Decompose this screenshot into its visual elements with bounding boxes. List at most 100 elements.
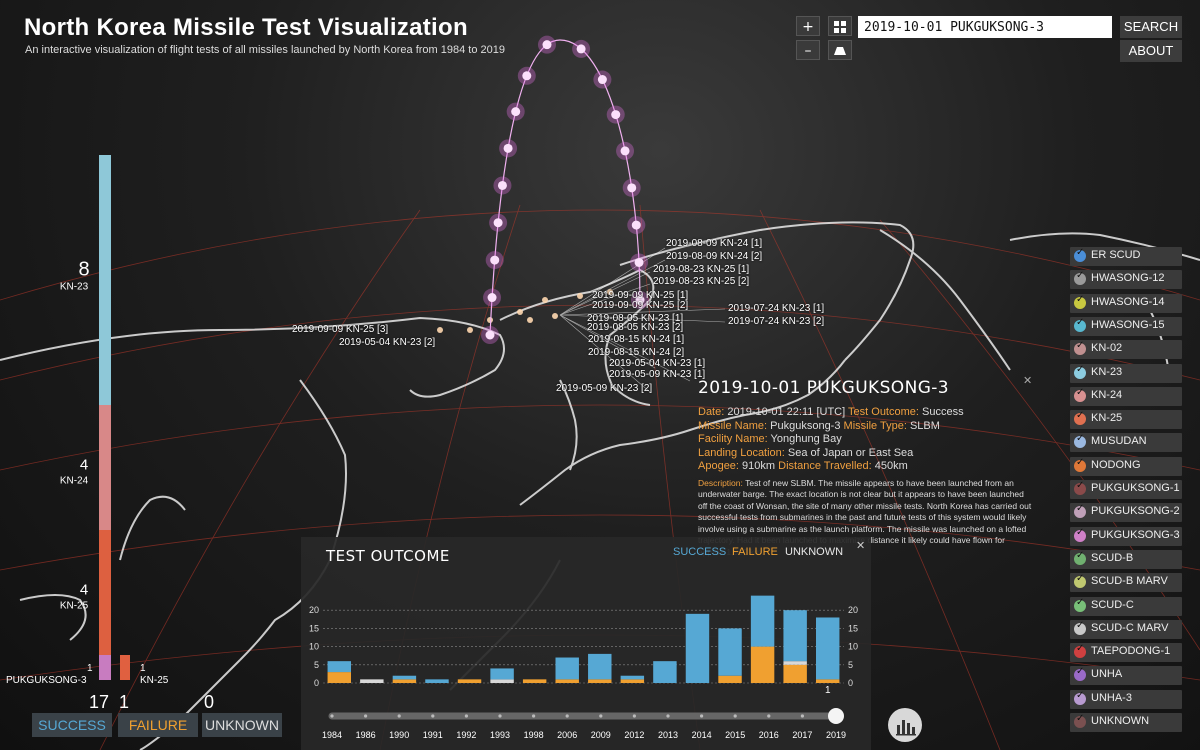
bar-failure	[588, 679, 612, 683]
missile-filter-item[interactable]: SCUD-C	[1070, 596, 1182, 616]
arc-label[interactable]: 2019-05-04 KN-23 [1]	[609, 358, 705, 369]
missile-filter-item[interactable]: TAEPODONG-1	[1070, 643, 1182, 663]
missile-filter-item[interactable]: HWASONG-14	[1070, 293, 1182, 313]
missile-filter-item[interactable]: UNHA-3	[1070, 689, 1182, 709]
arc-label[interactable]: 2019-09-09 KN-25 [3]	[292, 324, 388, 335]
arc-label[interactable]: 2019-07-24 KN-23 [2]	[728, 316, 824, 327]
missile-filter-item[interactable]: ER SCUD	[1070, 247, 1182, 266]
year-label: 2012	[624, 730, 644, 740]
checkbox-icon[interactable]	[1074, 690, 1086, 705]
checkbox-icon[interactable]	[1074, 713, 1086, 728]
missile-filter-item[interactable]: HWASONG-15	[1070, 316, 1182, 336]
missile-filter-item[interactable]: NODONG	[1070, 456, 1182, 476]
arc-label[interactable]: 2019-08-23 KN-25 [1]	[653, 264, 749, 275]
missile-filter-label: SCUD-B	[1091, 551, 1134, 564]
year-label: 2019	[826, 730, 846, 740]
missile-filter-label: HWASONG-15	[1091, 318, 1165, 331]
bar-unknown	[360, 679, 384, 683]
year-label: 1984	[322, 730, 342, 740]
unknown-filter-button[interactable]: UNKNOWN	[202, 713, 282, 737]
bar-success	[555, 657, 579, 680]
arc-label[interactable]: 2019-07-24 KN-23 [1]	[728, 303, 824, 314]
missile-filter-item[interactable]: SCUD-B MARV	[1070, 573, 1182, 593]
checkbox-icon[interactable]	[1074, 270, 1086, 286]
arc-label[interactable]: 2019-05-09 KN-23 [2]	[556, 383, 652, 394]
checkbox-icon[interactable]	[1074, 317, 1086, 332]
checkbox-icon[interactable]	[1074, 364, 1086, 379]
year-label: 1990	[389, 730, 409, 740]
checkbox-icon[interactable]	[1074, 387, 1086, 402]
close-detail-icon[interactable]: ✕	[1023, 374, 1032, 387]
arc-label[interactable]: 2019-08-05 KN-23 [2]	[587, 322, 683, 333]
detail-row-name: Missile Name: Pukguksong-3 Missile Type:…	[698, 420, 1033, 434]
missile-filter-label: KN-23	[1091, 365, 1123, 378]
bar-failure	[327, 672, 352, 683]
arc-label[interactable]: 2019-08-23 KN-25 [2]	[653, 276, 749, 287]
checkbox-icon[interactable]	[1074, 294, 1086, 309]
missile-filter-item[interactable]: KN-02	[1070, 340, 1182, 360]
missile-filter-label: ER SCUD	[1091, 249, 1141, 261]
checkbox-icon[interactable]	[1074, 340, 1086, 356]
missile-filter-item[interactable]: PUKGUKSONG-2	[1070, 503, 1182, 523]
facility-label: Facility Name:	[698, 433, 768, 445]
missile-filter-label: MUSUDAN	[1091, 435, 1147, 448]
missile-filter-item[interactable]: KN-25	[1070, 410, 1182, 430]
bar-success	[588, 653, 612, 680]
checkbox-icon[interactable]	[1074, 573, 1086, 589]
missile-filter-item[interactable]: PUKGUKSONG-1	[1070, 480, 1182, 499]
checkbox-icon[interactable]	[1074, 643, 1086, 659]
bar-success	[783, 610, 807, 662]
outcome-label: Test Outcome:	[848, 406, 919, 418]
checkbox-icon[interactable]	[1074, 597, 1086, 612]
missile-filter-label: PUKGUKSONG-2	[1091, 505, 1180, 518]
checkbox-icon[interactable]	[1074, 247, 1086, 262]
segment-value: 8	[78, 259, 89, 281]
missile-filter-item[interactable]: PUKGUKSONG-3	[1070, 526, 1182, 546]
missile-filter-item[interactable]: HWASONG-12	[1070, 270, 1182, 290]
failure-filter-button[interactable]: FAILURE	[118, 713, 198, 737]
chart-toggle-button[interactable]	[888, 708, 922, 742]
bar-failure	[750, 646, 775, 683]
missile-filter-item[interactable]: SCUD-C MARV	[1070, 619, 1182, 639]
arc-label[interactable]: 2019-08-15 KN-24 [1]	[588, 334, 684, 345]
checkbox-icon[interactable]	[1074, 410, 1086, 426]
year-label: 1992	[456, 730, 476, 740]
arc-label[interactable]: 2019-08-09 KN-24 [1]	[666, 238, 762, 249]
missile-filter-item[interactable]: KN-23	[1070, 363, 1182, 383]
year-tick	[532, 714, 536, 718]
bar-failure	[815, 679, 840, 683]
bar-success	[490, 668, 514, 680]
date-label: Date:	[698, 406, 725, 418]
checkbox-icon[interactable]	[1074, 503, 1086, 519]
checkbox-icon[interactable]	[1074, 620, 1086, 635]
arc-label[interactable]: 2019-08-15 KN-24 [2]	[588, 347, 684, 358]
arc-label[interactable]: 2019-05-04 KN-23 [2]	[339, 337, 435, 348]
missile-filter-item[interactable]: UNHA	[1070, 666, 1182, 686]
missile-filter-label: KN-02	[1091, 342, 1123, 355]
missile-filter-label: KN-25	[1091, 412, 1123, 425]
segment-label: KN-25	[60, 600, 89, 611]
checkbox-icon[interactable]	[1074, 550, 1086, 565]
missile-filter-item[interactable]: KN-24	[1070, 386, 1182, 406]
checkbox-icon[interactable]	[1074, 666, 1086, 682]
missile-filter-item[interactable]: MUSUDAN	[1070, 433, 1182, 453]
summary-segment-pukguksong-3	[99, 655, 111, 680]
arc-label[interactable]: 2019-05-09 KN-23 [1]	[609, 369, 705, 380]
checkbox-icon[interactable]	[1074, 433, 1086, 449]
checkbox-icon[interactable]	[1074, 527, 1086, 542]
missile-filter-item[interactable]: UNKNOWN	[1070, 713, 1182, 732]
missile-filter-label: SCUD-B MARV	[1091, 575, 1168, 588]
missile-filter-label: HWASONG-14	[1091, 295, 1165, 308]
checkbox-icon[interactable]	[1074, 457, 1086, 472]
arc-label[interactable]: 2019-08-09 KN-24 [2]	[666, 251, 762, 262]
arc-label[interactable]: 2019-09-09 KN-25 [2]	[592, 300, 688, 311]
year-tick	[767, 714, 771, 718]
missile-filter-label: UNHA	[1091, 668, 1123, 681]
checkbox-icon[interactable]	[1074, 480, 1086, 495]
success-filter-button[interactable]: SUCCESS	[32, 713, 112, 737]
missile-filter-item[interactable]: SCUD-B	[1070, 549, 1182, 569]
year-label: 1998	[524, 730, 544, 740]
missile-type-value: SLBM	[909, 419, 940, 432]
missile-name-label: Missile Name:	[698, 419, 768, 432]
trajectory-point	[631, 220, 641, 230]
